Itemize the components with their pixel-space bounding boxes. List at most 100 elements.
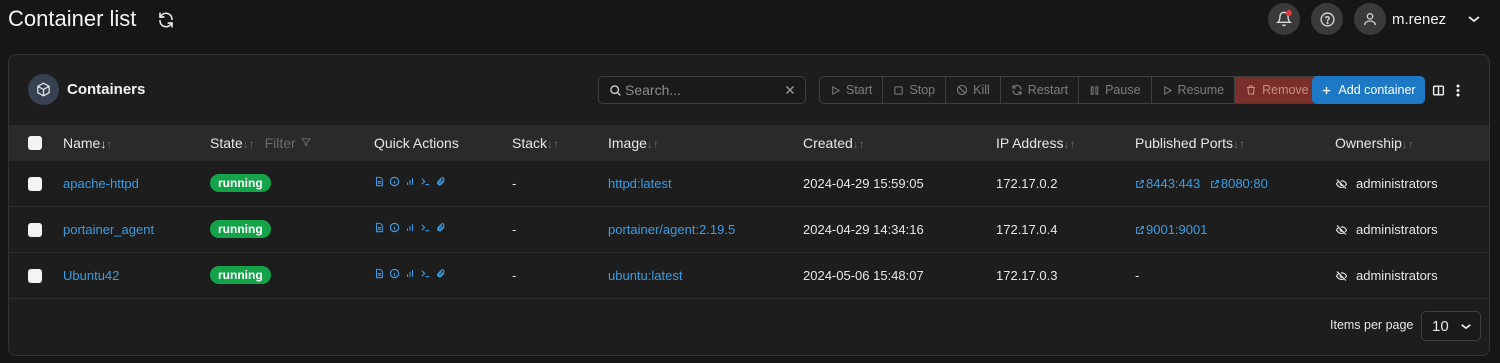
panel-header: Containers Start Stop Kill Restart xyxy=(9,55,1489,125)
eye-off-icon xyxy=(1335,178,1348,189)
resume-button[interactable]: Resume xyxy=(1151,77,1236,103)
column-state[interactable]: State↓↑ Filter xyxy=(210,135,312,151)
container-action-group: Start Stop Kill Restart Pause Resume Rem… xyxy=(819,76,1320,104)
container-name-link[interactable]: portainer_agent xyxy=(63,222,154,237)
play-icon xyxy=(832,85,841,95)
ban-icon xyxy=(957,84,968,96)
column-created[interactable]: Created↓↑ xyxy=(803,135,865,151)
attach-icon[interactable] xyxy=(436,176,446,187)
column-quick-actions: Quick Actions xyxy=(374,135,459,151)
eye-off-icon xyxy=(1335,224,1348,235)
stats-icon[interactable] xyxy=(405,268,415,279)
published-ports: 9001:9001 xyxy=(1135,222,1213,238)
chevron-down-icon[interactable] xyxy=(1467,14,1481,24)
chevron-down-icon xyxy=(1461,324,1471,330)
created-value: 2024-05-06 15:48:07 xyxy=(803,268,924,283)
panel-title: Containers xyxy=(67,81,146,98)
stats-icon[interactable] xyxy=(405,176,415,187)
column-name[interactable]: Name↓↑ xyxy=(63,135,112,151)
port-link[interactable]: 8080:80 xyxy=(1210,176,1268,191)
quick-actions xyxy=(374,222,446,233)
stop-button[interactable]: Stop xyxy=(883,77,947,103)
stop-icon xyxy=(894,85,904,95)
stats-icon[interactable] xyxy=(405,222,415,233)
image-link[interactable]: ubuntu:latest xyxy=(608,268,682,283)
logs-icon[interactable] xyxy=(374,176,384,187)
ip-value: 172.17.0.2 xyxy=(996,176,1058,191)
close-icon[interactable] xyxy=(783,83,797,97)
created-value: 2024-04-29 15:59:05 xyxy=(803,176,924,191)
username[interactable]: m.renez xyxy=(1392,11,1446,28)
quick-actions xyxy=(374,176,446,187)
select-all-checkbox[interactable] xyxy=(28,136,42,150)
remove-button[interactable]: Remove xyxy=(1235,77,1319,103)
logs-icon[interactable] xyxy=(374,222,384,233)
column-published-ports[interactable]: Published Ports↓↑ xyxy=(1135,135,1245,151)
row-checkbox[interactable] xyxy=(28,223,42,237)
table-header: Name↓↑ State↓↑ Filter Quick Actions Stac… xyxy=(9,125,1489,161)
ownership: administrators xyxy=(1335,176,1438,191)
external-link-icon xyxy=(1210,179,1219,188)
attach-icon[interactable] xyxy=(436,222,446,233)
published-ports: 8443:443 8080:80 xyxy=(1135,176,1274,192)
trash-icon xyxy=(1247,85,1256,95)
ip-value: 172.17.0.3 xyxy=(996,268,1058,283)
table-row: Ubuntu42 running - ubuntu:latest 2024-05… xyxy=(9,253,1489,299)
kill-button[interactable]: Kill xyxy=(946,77,1001,103)
port-link[interactable]: 8443:443 xyxy=(1135,176,1200,191)
notifications-button[interactable] xyxy=(1268,3,1300,35)
row-checkbox[interactable] xyxy=(28,177,42,191)
status-badge: running xyxy=(210,220,271,238)
external-link-icon xyxy=(1136,179,1144,188)
column-image[interactable]: Image↓↑ xyxy=(608,135,659,151)
attach-icon[interactable] xyxy=(436,268,446,279)
port-link[interactable]: 9001:9001 xyxy=(1135,222,1207,237)
eye-off-icon xyxy=(1335,270,1348,281)
box-icon xyxy=(28,74,59,105)
columns-icon[interactable] xyxy=(1432,84,1445,97)
console-icon[interactable] xyxy=(420,176,431,187)
image-link[interactable]: portainer/agent:2.19.5 xyxy=(608,222,735,237)
help-icon xyxy=(1319,11,1335,27)
ownership: administrators xyxy=(1335,222,1438,237)
top-bar: Container list m.renez xyxy=(0,0,1500,44)
column-ip-address[interactable]: IP Address↓↑ xyxy=(996,135,1075,151)
search-input[interactable] xyxy=(625,80,775,100)
state-filter[interactable]: Filter xyxy=(265,135,312,151)
container-name-link[interactable]: Ubuntu42 xyxy=(63,268,119,283)
play-icon xyxy=(1163,85,1172,95)
avatar[interactable] xyxy=(1354,3,1386,35)
info-icon[interactable] xyxy=(389,176,400,187)
add-container-button[interactable]: Add container xyxy=(1312,76,1425,104)
info-icon[interactable] xyxy=(389,222,400,233)
column-ownership[interactable]: Ownership↓↑ xyxy=(1335,135,1414,151)
table-row: portainer_agent running - portainer/agen… xyxy=(9,207,1489,253)
page-title: Container list xyxy=(8,6,137,31)
quick-actions xyxy=(374,268,446,279)
more-vertical-icon[interactable] xyxy=(1456,84,1460,97)
help-button[interactable] xyxy=(1311,3,1343,35)
row-checkbox[interactable] xyxy=(28,269,42,283)
info-icon[interactable] xyxy=(389,268,400,279)
items-per-page-select[interactable]: 10 xyxy=(1421,311,1481,341)
column-stack[interactable]: Stack↓↑ xyxy=(512,135,559,151)
container-name-link[interactable]: apache-httpd xyxy=(63,176,139,191)
image-link[interactable]: httpd:latest xyxy=(608,176,672,191)
restart-button[interactable]: Restart xyxy=(1000,77,1080,103)
console-icon[interactable] xyxy=(420,268,431,279)
status-badge: running xyxy=(210,174,271,192)
user-icon xyxy=(1364,13,1376,26)
containers-panel: Containers Start Stop Kill Restart xyxy=(8,54,1490,356)
logs-icon[interactable] xyxy=(374,268,384,279)
pause-icon xyxy=(1090,85,1099,95)
refresh-icon[interactable] xyxy=(157,11,175,29)
stack-value: - xyxy=(512,176,517,191)
pause-button[interactable]: Pause xyxy=(1079,77,1152,103)
console-icon[interactable] xyxy=(420,222,431,233)
search-box[interactable] xyxy=(598,76,806,104)
start-button[interactable]: Start xyxy=(820,77,884,103)
filter-icon xyxy=(300,138,311,147)
stack-value: - xyxy=(512,268,517,283)
refresh-icon xyxy=(1012,84,1022,96)
status-badge: running xyxy=(210,266,271,284)
